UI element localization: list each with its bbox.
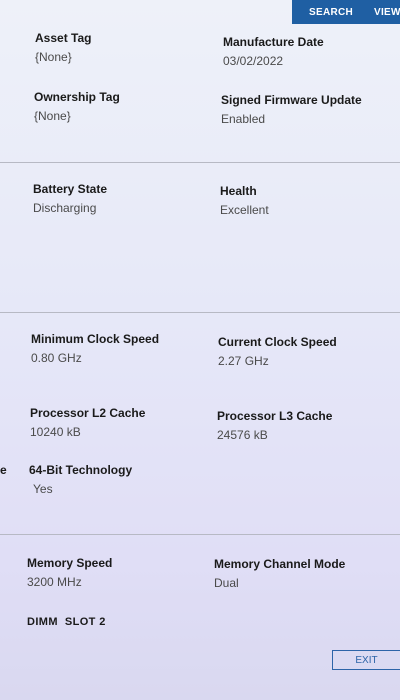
section-divider [0, 162, 400, 163]
manufacture-date-value: 03/02/2022 [223, 54, 284, 68]
signed-firmware-update-value: Enabled [221, 112, 266, 126]
ownership-tag-value: {None} [34, 109, 71, 123]
memory-speed-field: Memory Speed 3200 MHz [27, 556, 112, 589]
cut-off-label: e [0, 463, 7, 477]
current-clock-speed-value: 2.27 GHz [218, 354, 269, 368]
signed-firmware-update-label: Signed Firmware Update [221, 93, 362, 107]
64bit-technology-field: 64-Bit Technology Yes [29, 463, 132, 496]
current-clock-speed-field: Current Clock Speed 2.27 GHz [218, 335, 337, 368]
l3-cache-label: Processor L3 Cache [217, 409, 333, 423]
signed-firmware-update-field: Signed Firmware Update Enabled [221, 93, 362, 126]
battery-state-value: Discharging [33, 201, 97, 215]
min-clock-speed-value: 0.80 GHz [31, 351, 82, 365]
ownership-tag-label: Ownership Tag [34, 90, 120, 104]
memory-channel-mode-value: Dual [214, 576, 239, 590]
search-button[interactable]: SEARCH [309, 7, 353, 18]
asset-tag-label: Asset Tag [35, 31, 92, 45]
health-label: Health [220, 184, 257, 198]
l2-cache-field: Processor L2 Cache 10240 kB [30, 406, 145, 439]
asset-tag-value: {None} [35, 50, 72, 64]
64bit-technology-label: 64-Bit Technology [29, 463, 133, 477]
battery-state-label: Battery State [33, 182, 108, 196]
min-clock-speed-label: Minimum Clock Speed [31, 332, 160, 346]
memory-channel-mode-field: Memory Channel Mode Dual [214, 557, 345, 590]
memory-speed-label: Memory Speed [27, 556, 113, 570]
memory-channel-mode-label: Memory Channel Mode [214, 557, 346, 571]
view-all-button[interactable]: VIEW A [374, 7, 400, 18]
l3-cache-value: 24576 kB [217, 428, 268, 442]
section-divider [0, 312, 400, 313]
exit-button[interactable]: EXIT [332, 650, 400, 670]
top-toolbar: SEARCH VIEW A [292, 0, 400, 24]
l3-cache-field: Processor L3 Cache 24576 kB [217, 409, 332, 442]
64bit-technology-value: Yes [33, 482, 53, 496]
min-clock-speed-field: Minimum Clock Speed 0.80 GHz [31, 332, 159, 365]
manufacture-date-label: Manufacture Date [223, 35, 324, 49]
health-field: Health Excellent [220, 184, 269, 217]
l2-cache-value: 10240 kB [30, 425, 81, 439]
memory-speed-value: 3200 MHz [27, 575, 82, 589]
battery-state-field: Battery State Discharging [33, 182, 107, 215]
dimm-slot-heading: DIMM SLOT 2 [27, 616, 106, 628]
manufacture-date-field: Manufacture Date 03/02/2022 [223, 35, 324, 68]
ownership-tag-field: Ownership Tag {None} [34, 90, 120, 123]
l2-cache-label: Processor L2 Cache [30, 406, 146, 420]
health-value: Excellent [220, 203, 269, 217]
section-divider [0, 534, 400, 535]
current-clock-speed-label: Current Clock Speed [218, 335, 337, 349]
asset-tag-field: Asset Tag {None} [35, 31, 91, 64]
